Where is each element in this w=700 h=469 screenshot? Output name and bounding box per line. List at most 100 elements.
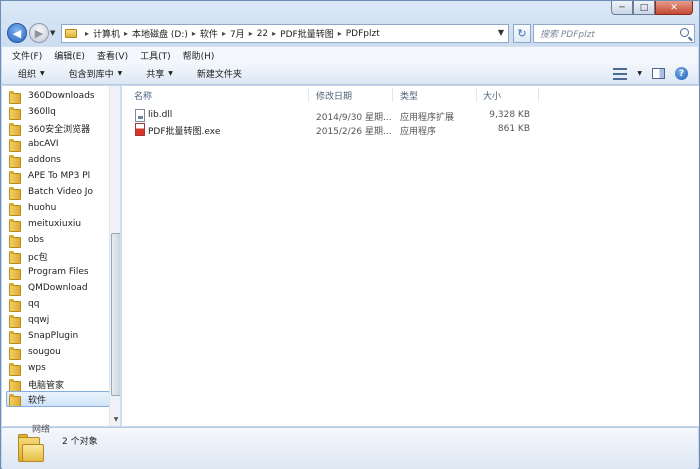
caption-buttons: ─ □ ✕ (611, 1, 693, 15)
tree-item-label: 360llq (28, 107, 56, 117)
tree-item-pc-manager[interactable]: 电脑管家 (9, 376, 109, 392)
tree-item-pc-package[interactable]: pc包 (9, 248, 109, 264)
folder-icon (9, 266, 21, 280)
forward-button[interactable]: ▶ (29, 23, 49, 43)
column-header-modified[interactable]: 修改日期 (316, 89, 352, 103)
menu-help[interactable]: 帮助(H) (183, 49, 215, 62)
breadcrumb-separator[interactable]: ▸ (85, 29, 89, 38)
column-divider[interactable] (476, 88, 477, 102)
tree-item-qqwj[interactable]: qqwj (9, 312, 109, 328)
tree-item-label: APE To MP3 Pl (28, 171, 91, 181)
tree-item-meituxiuxiu[interactable]: meituxiuxiu (9, 216, 109, 232)
folder-icon (9, 170, 21, 184)
tree-item-huohu[interactable]: huohu (9, 200, 109, 216)
change-view-icon[interactable] (613, 67, 628, 80)
folder-icon (9, 106, 21, 120)
navigation-pane: 360Downloads 360llq 360安全浏览器 abcAVI addo… (2, 86, 121, 426)
column-header-type[interactable]: 类型 (400, 89, 418, 103)
minimize-button[interactable]: ─ (611, 1, 633, 15)
tree-item-wps[interactable]: wps (9, 360, 109, 376)
tree-item-obs[interactable]: obs (9, 232, 109, 248)
file-modified: 2015/2/26 星期... (316, 127, 392, 137)
tree-item-batch-video[interactable]: Batch Video Jo (9, 184, 109, 200)
tree-item-label: QMDownload (28, 283, 88, 293)
tree-item-qq[interactable]: qq (9, 296, 109, 312)
tree-item-snapplugin[interactable]: SnapPlugin (9, 328, 109, 344)
back-button[interactable]: ◀ (7, 23, 27, 43)
folder-icon (9, 122, 21, 136)
column-divider[interactable] (538, 88, 539, 102)
chevron-down-icon: ▼ (168, 70, 173, 77)
tree-item-label: pc包 (28, 252, 48, 263)
preview-pane-icon[interactable] (652, 68, 665, 79)
column-header-name[interactable]: 名称 (134, 89, 152, 103)
recent-pages-dropdown-icon[interactable]: ▼ (50, 29, 55, 37)
address-dropdown-icon[interactable]: ▼ (498, 28, 504, 37)
scrollbar-thumb[interactable] (111, 233, 120, 396)
breadcrumb-separator[interactable]: ▸ (272, 29, 276, 38)
new-folder-button[interactable]: 新建文件夹 (197, 67, 242, 80)
organize-button[interactable]: 组织 ▼ (18, 67, 45, 80)
include-in-library-button[interactable]: 包含到库中 ▼ (69, 67, 123, 80)
file-row[interactable]: lib.dll 2014/9/30 星期... 应用程序扩展 9,328 KB (132, 109, 552, 123)
search-input[interactable]: 搜索 PDFplzt (533, 24, 695, 43)
breadcrumb-july[interactable]: 7月 (230, 27, 245, 40)
folder-icon (9, 202, 21, 216)
tree-item-abcavi[interactable]: abcAVI (9, 136, 109, 152)
breadcrumb-pdfplzt[interactable]: PDFplzt (346, 29, 380, 39)
breadcrumb-separator[interactable]: ▸ (338, 29, 342, 38)
tree-item-label: sougou (28, 347, 61, 357)
breadcrumb-22[interactable]: 22 (257, 29, 268, 39)
tree-item-360llq[interactable]: 360llq (9, 104, 109, 120)
help-icon[interactable]: ? (675, 67, 688, 80)
tree-item-label: 电脑管家 (28, 380, 65, 391)
menu-tools[interactable]: 工具(T) (140, 49, 171, 62)
tree-item-sougou[interactable]: sougou (9, 344, 109, 360)
menu-edit[interactable]: 编辑(E) (54, 49, 85, 62)
address-bar[interactable]: ▸ 计算机 ▸ 本地磁盘 (D:) ▸ 软件 ▸ 7月 ▸ 22 ▸ PDF批量… (61, 24, 509, 43)
navigation-scrollbar[interactable]: ▼ (109, 86, 120, 426)
column-divider[interactable] (308, 88, 309, 102)
breadcrumb-software[interactable]: 软件 (200, 27, 218, 40)
breadcrumb-pdf-batch[interactable]: PDF批量转图 (280, 27, 334, 40)
tree-item-software[interactable]: 软件 (6, 391, 110, 407)
search-icon[interactable] (680, 28, 689, 37)
menu-view[interactable]: 查看(V) (97, 49, 128, 62)
tree-item-label: Program Files (28, 267, 89, 277)
new-folder-label: 新建文件夹 (196, 70, 242, 80)
refresh-button[interactable]: ↻ (513, 24, 531, 43)
view-options-dropdown-icon[interactable]: ▼ (637, 70, 642, 77)
folder-icon (9, 393, 21, 406)
close-button[interactable]: ✕ (655, 1, 693, 15)
tree-item-label: wps (28, 363, 46, 373)
file-name[interactable]: PDF批量转图.exe (148, 124, 220, 137)
column-header-size[interactable]: 大小 (483, 89, 501, 103)
tree-item-ape-to-mp3[interactable]: APE To MP3 Pl (9, 168, 109, 184)
tree-item-qmdownload[interactable]: QMDownload (9, 280, 109, 296)
maximize-button[interactable]: □ (633, 1, 655, 15)
tree-item-label: huohu (28, 203, 57, 213)
share-button[interactable]: 共享 ▼ (146, 67, 173, 80)
tree-item-addons[interactable]: addons (9, 152, 109, 168)
breadcrumb-separator[interactable]: ▸ (222, 29, 226, 38)
breadcrumb-separator[interactable]: ▸ (124, 29, 128, 38)
tree-item-360-browser[interactable]: 360安全浏览器 (9, 120, 109, 136)
menu-bar: 文件(F) 编辑(E) 查看(V) 工具(T) 帮助(H) (2, 46, 698, 63)
breadcrumb-computer[interactable]: 计算机 (93, 27, 120, 40)
folder-icon (9, 186, 21, 200)
exe-file-icon (135, 123, 145, 136)
breadcrumb-drive-d[interactable]: 本地磁盘 (D:) (132, 27, 188, 40)
file-name[interactable]: lib.dll (148, 110, 172, 120)
view-controls: ▼ ? (613, 67, 688, 80)
breadcrumb-separator[interactable]: ▸ (249, 29, 253, 38)
organize-label: 组织 (18, 70, 37, 80)
folder-icon (9, 218, 21, 232)
column-divider[interactable] (392, 88, 393, 102)
tree-item-program-files[interactable]: Program Files (9, 264, 109, 280)
tree-item-360downloads[interactable]: 360Downloads (9, 88, 109, 104)
breadcrumb-separator[interactable]: ▸ (192, 29, 196, 38)
file-row[interactable]: PDF批量转图.exe 2015/2/26 星期... 应用程序 861 KB (132, 123, 552, 137)
folder-icon (65, 29, 77, 38)
menu-file[interactable]: 文件(F) (12, 49, 42, 62)
scroll-down-icon[interactable]: ▼ (110, 413, 120, 425)
